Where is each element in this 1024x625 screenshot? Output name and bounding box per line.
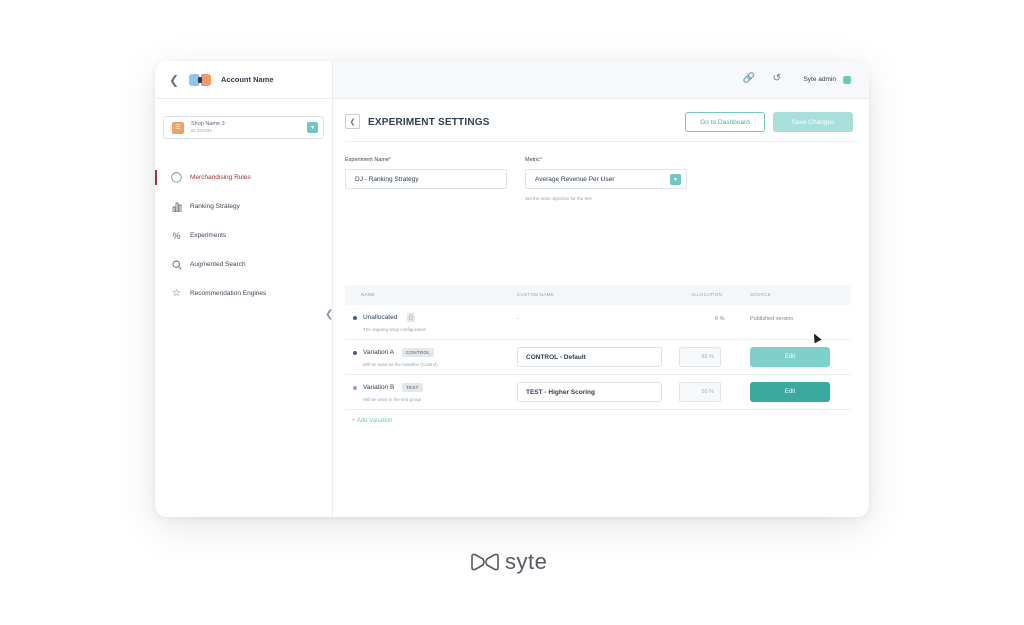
sidebar: ❮ Account Name ☰ Shop Name 3 ID 247432 ▾… [155,61,333,517]
table-row: Variation B TEST Will be used in the tes… [345,375,851,410]
test-badge: TEST [402,383,423,392]
sidebar-item-label: Experiments [190,232,227,239]
sidebar-item-augmented-search[interactable]: Augmented Search [155,250,332,279]
syte-logo-icon [189,73,211,86]
col-name: NAME [361,292,376,297]
user-menu-icon[interactable] [843,76,851,84]
variation-desc: Will be used as the baseline (Control) [363,362,438,367]
add-variation-link[interactable]: + Add Variation [352,418,392,424]
table-row: Variation A CONTROL Will be used as the … [345,340,851,375]
shop-name: Shop Name 3 [191,120,225,127]
divider [345,141,855,142]
custom-name-cell: - [517,316,519,322]
variation-desc: Will be used in the test group [363,397,422,402]
search-icon [171,259,182,270]
col-source: SOURCE [750,292,772,297]
edit-button[interactable]: Edit [750,382,830,402]
row-dot [353,316,357,320]
history-icon[interactable]: ↺ [773,73,781,84]
user-name[interactable]: Syte admin [803,76,836,83]
brand-logo: syte [470,549,547,575]
sidebar-item-label: Merchandising Rules [190,174,251,181]
col-custom-name: CUSTOM NAME [517,292,554,297]
rules-icon: ◯ [170,172,183,183]
variation-desc: The ongoing shop configuration [363,327,427,332]
sidebar-item-merchandising-rules[interactable]: ◯ Merchandising Rules [155,163,332,192]
save-changes-button[interactable]: Save Changes [773,112,853,132]
col-allocation: ALLOCATION [691,292,723,297]
bar-chart-icon [171,201,182,212]
metric-label: Metric* [525,157,543,163]
back-chevron-icon[interactable]: ❮ [169,73,185,87]
page-title: EXPERIMENT SETTINGS [368,117,490,128]
sidebar-item-label: Ranking Strategy [190,203,240,210]
experiment-name-input[interactable]: DJ - Ranking Strategy [345,169,507,189]
sidebar-item-ranking-strategy[interactable]: Ranking Strategy [155,192,332,221]
metric-select[interactable]: Average Revenue Per User ▾ [525,169,687,189]
allocation-input[interactable]: 50 % [679,347,721,367]
sidebar-header: ❮ Account Name [155,61,332,99]
syte-logo-icon [471,553,499,571]
control-badge: CONTROL [402,348,435,357]
source-cell: Published version [750,316,794,322]
variation-name: Variation A [363,349,394,356]
table-row: Unallocated ▢ The ongoing shop configura… [345,305,851,340]
chevron-down-icon[interactable]: ▾ [670,174,681,185]
allocation-cell: 0 % [715,316,725,322]
experiment-name-label: Experiment Name* [345,157,392,163]
sidebar-item-label: Recommendation Engines [190,290,267,297]
shop-selector[interactable]: ☰ Shop Name 3 ID 247432 ▾ [163,116,324,139]
sidebar-nav: ◯ Merchandising Rules Ranking Strategy %… [155,163,332,308]
lock-icon: ▢ [407,313,415,322]
go-to-dashboard-button[interactable]: Go to Dashboard [685,112,765,132]
edit-button[interactable]: Edit [750,347,830,367]
chevron-down-icon[interactable]: ▾ [307,122,318,133]
main-content: ❮ EXPERIMENT SETTINGS Go to Dashboard Sa… [333,99,869,517]
metric-hint: Set the main objective for the test [525,196,592,201]
sidebar-item-recommendation-engines[interactable]: ☆ Recommendation Engines [155,279,332,308]
row-dot [353,351,357,355]
custom-name-input[interactable]: CONTROL - Default [517,347,662,367]
metric-value: Average Revenue Per User [535,175,615,183]
shop-id: ID 247432 [191,128,212,133]
sidebar-item-label: Augmented Search [190,261,246,268]
custom-name-input[interactable]: TEST - Higher Scoring [517,382,662,402]
percent-icon: % [172,230,181,241]
link-icon[interactable]: 🔗 [743,73,755,84]
back-button[interactable]: ❮ [345,114,360,129]
star-icon: ☆ [172,288,181,299]
row-dot [353,386,357,390]
variation-name: Variation B [363,384,395,391]
allocation-input[interactable]: 50 % [679,382,721,402]
table-header: NAME CUSTOM NAME ALLOCATION SOURCE [345,285,851,305]
shop-icon: ☰ [172,121,184,134]
topbar: 🔗 ↺ Syte admin [333,61,869,99]
brand-wordmark: syte [505,549,548,574]
variation-name: Unallocated [363,314,398,321]
sidebar-item-experiments[interactable]: % Experiments [155,221,332,250]
app-window: ❮ Account Name ☰ Shop Name 3 ID 247432 ▾… [155,61,869,517]
account-name: Account Name [221,75,274,84]
